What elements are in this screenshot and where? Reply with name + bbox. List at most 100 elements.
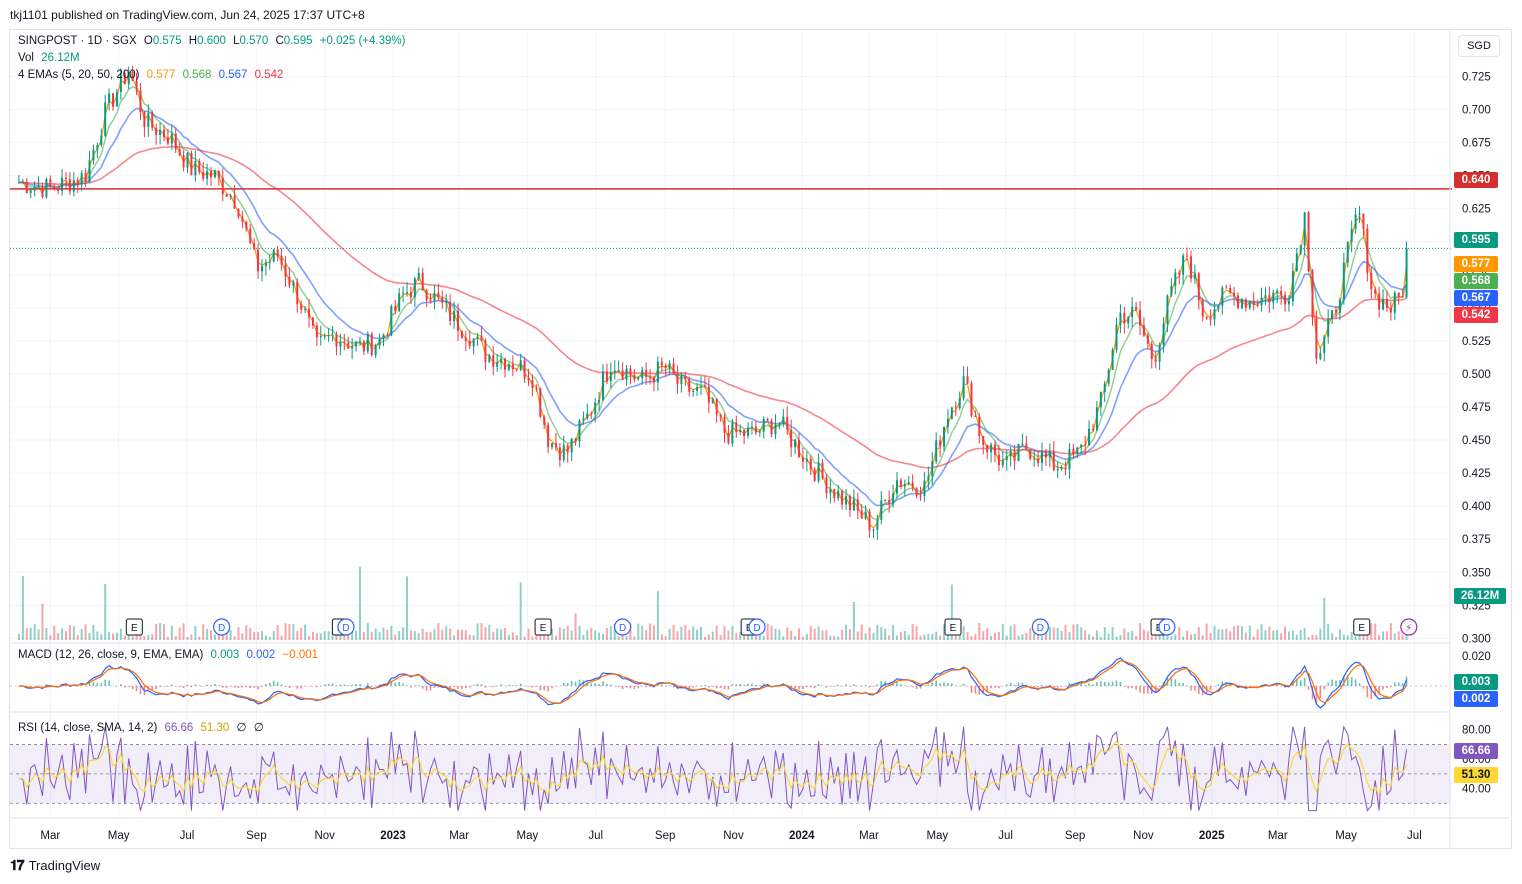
macd-histogram-bar (621, 686, 624, 690)
candle-body (374, 345, 377, 356)
candle-body (433, 292, 436, 302)
macd-histogram-bar (402, 683, 404, 686)
volume-bar (903, 630, 906, 640)
macd-histogram-bar (394, 682, 397, 686)
macd-histogram-bar (661, 684, 663, 686)
earnings-marker-label: E (540, 623, 547, 634)
macd-histogram-bar (1217, 684, 1220, 686)
candle-body (684, 376, 687, 380)
volume-bar (202, 624, 205, 640)
macd-histogram-bar (645, 686, 647, 688)
macd-histogram-bar (257, 686, 259, 690)
rsi-label[interactable]: RSI (14, close, SMA, 14, 2) (18, 722, 157, 734)
macd-histogram-bar (927, 684, 930, 686)
candle-body (1107, 369, 1110, 384)
volume-bar (398, 631, 401, 640)
candle-body (362, 341, 365, 352)
volume-bar (433, 629, 436, 640)
ema-legend: 4 EMAs (5, 20, 50, 200) 0.577 0.568 0.56… (18, 69, 287, 81)
candle-body (652, 377, 655, 383)
candle-body (437, 292, 440, 298)
volume-bar (805, 634, 808, 640)
macd-histogram-bar (1248, 686, 1251, 687)
macd-histogram-bar (723, 686, 726, 690)
macd-histogram-bar (468, 686, 471, 688)
macd-histogram-bar (508, 684, 510, 686)
candle-body (268, 261, 271, 263)
volume-bar (884, 628, 887, 640)
macd-histogram-bar (704, 685, 706, 686)
volume-bar (1315, 635, 1318, 640)
candle-body (625, 368, 628, 380)
candle-body (1150, 343, 1153, 360)
candle-body (1237, 295, 1240, 309)
volume-bar (84, 624, 87, 640)
candle-body (1350, 228, 1353, 243)
volume-bar (378, 632, 381, 640)
candle-body (159, 129, 162, 136)
macd-histogram-bar (296, 686, 299, 689)
macd-histogram-bar (904, 685, 906, 686)
macd-histogram-bar (1009, 683, 1012, 686)
volume-bar (1174, 634, 1177, 640)
macd-histogram-bar (171, 684, 173, 686)
macd-histogram-bar (692, 686, 694, 688)
dividend-marker-label: D (342, 623, 349, 634)
macd-histogram-bar (947, 683, 949, 686)
candle-body (1311, 271, 1314, 318)
symbol-label[interactable]: SINGPOST · 1D · SGX (18, 35, 137, 47)
candle-body (213, 170, 216, 178)
macd-histogram-bar (84, 686, 87, 687)
macd-histogram-bar (92, 682, 95, 686)
candle-body (1393, 292, 1396, 313)
volume-bar (770, 625, 773, 640)
volume-bar (558, 627, 561, 640)
candle-body (68, 179, 71, 192)
volume-bar (406, 576, 409, 640)
volume-bar (206, 628, 209, 640)
volume-bar (358, 566, 361, 640)
candle-body (1037, 458, 1040, 464)
macd-histogram-bar (813, 686, 816, 689)
candle-body (280, 256, 283, 265)
candle-body (868, 511, 871, 531)
candle-body (821, 462, 824, 478)
macd-histogram-bar (1013, 684, 1016, 686)
macd-label[interactable]: MACD (12, 26, close, 9, EMA, EMA) (18, 649, 203, 661)
ema-label[interactable]: 4 EMAs (5, 20, 50, 200) (18, 69, 139, 81)
candle-body (1091, 428, 1094, 431)
candle-body (649, 376, 652, 378)
macd-histogram-bar (1194, 686, 1196, 691)
candle-body (1099, 392, 1102, 408)
volume-label[interactable]: Vol (18, 52, 34, 64)
candle-body (1287, 301, 1290, 305)
candle-body (1131, 306, 1134, 318)
volume-bar (468, 634, 471, 640)
candle-body (1370, 272, 1373, 290)
macd-histogram-bar (480, 684, 483, 686)
footer-brand[interactable]: TradingView (29, 858, 101, 873)
macd-histogram-bar (1401, 683, 1404, 686)
chart-canvas[interactable]: 0.7250.7000.6750.6500.6250.6000.5750.550… (0, 0, 1522, 884)
volume-value: 26.12M (41, 52, 80, 64)
volume-bar (1268, 626, 1271, 640)
volume-bar (284, 623, 287, 640)
volume-bar (825, 630, 828, 640)
macd-histogram-bar (131, 686, 134, 690)
currency-button[interactable]: SGD (1458, 35, 1500, 57)
price-tick-label: 0.525 (1462, 336, 1491, 348)
macd-histogram-bar (112, 685, 114, 687)
volume-bar (194, 626, 197, 640)
macd-histogram-bar (547, 686, 549, 692)
candle-body (895, 480, 898, 494)
macd-histogram-bar (539, 686, 542, 691)
volume-bar (868, 627, 871, 640)
candle-body (492, 355, 495, 367)
macd-histogram-bar (210, 685, 212, 686)
volume-bar (578, 625, 581, 640)
volume-bar (1127, 632, 1130, 640)
volume-bar (696, 629, 699, 640)
candle-body (566, 445, 569, 453)
macd-histogram-bar (135, 686, 138, 692)
candle-body (907, 482, 910, 485)
